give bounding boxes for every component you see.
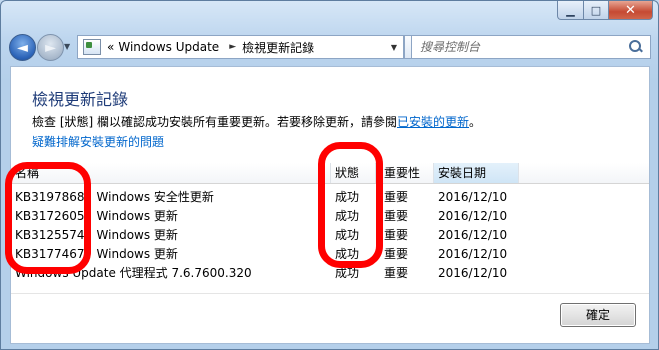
troubleshoot-link[interactable]: 疑難排解安裝更新的問題 bbox=[32, 133, 164, 150]
breadcrumb-windows-update[interactable]: Windows Update bbox=[118, 40, 219, 54]
address-dropdown-icon[interactable]: ▼ bbox=[391, 43, 397, 52]
column-header-importance[interactable]: 重要性 bbox=[380, 163, 434, 183]
cell-date: 2016/12/10 bbox=[438, 190, 508, 204]
cell-importance: 重要 bbox=[384, 190, 409, 204]
back-arrow-icon: ◄ bbox=[17, 39, 28, 56]
page-title: 檢視更新記錄 bbox=[32, 90, 129, 109]
description-text: 檢查 [狀態] 欄以確認成功安裝所有重要更新。若要移除更新，請參閱 bbox=[32, 115, 397, 129]
cell-importance: 重要 bbox=[384, 209, 409, 223]
breadcrumb-view-history[interactable]: 檢視更新記錄 bbox=[242, 39, 314, 56]
cell-date: 2016/12/10 bbox=[438, 247, 508, 261]
breadcrumb-overflow[interactable]: « bbox=[107, 40, 114, 54]
table-row[interactable]: Windows Update 代理程式 7.6.7600.320 成功 重要 2… bbox=[11, 264, 649, 283]
breadcrumb-separator-icon[interactable]: ► bbox=[229, 42, 236, 52]
cell-date: 2016/12/10 bbox=[438, 266, 508, 280]
installed-updates-link[interactable]: 已安裝的更新 bbox=[397, 115, 469, 129]
minimize-icon: ▁ bbox=[566, 3, 575, 17]
cell-importance: 重要 bbox=[384, 266, 409, 280]
minimize-button[interactable]: ▁ bbox=[557, 1, 584, 20]
annotation-highlight-kb-numbers bbox=[5, 162, 91, 274]
close-button[interactable]: ✕ bbox=[609, 1, 653, 20]
maximize-icon: □ bbox=[590, 3, 602, 17]
back-button[interactable]: ◄ bbox=[9, 34, 36, 61]
cell-importance: 重要 bbox=[384, 247, 409, 261]
description-suffix: 。 bbox=[469, 115, 482, 129]
control-panel-icon bbox=[83, 39, 101, 55]
caption-buttons: ▁ □ ✕ bbox=[557, 1, 653, 20]
cell-importance: 重要 bbox=[384, 228, 409, 242]
search-icon[interactable] bbox=[628, 39, 644, 55]
column-header-install-date[interactable]: 安裝日期 bbox=[434, 163, 519, 183]
ok-button[interactable]: 確定 bbox=[560, 303, 636, 327]
recent-pages-dropdown[interactable]: ▼ bbox=[64, 42, 70, 51]
annotation-highlight-status-column bbox=[318, 142, 383, 268]
cell-date: 2016/12/10 bbox=[438, 209, 508, 223]
close-icon: ✕ bbox=[625, 2, 636, 18]
footer-divider bbox=[11, 293, 649, 294]
search-input[interactable] bbox=[418, 39, 622, 55]
forward-button[interactable]: ► bbox=[37, 34, 64, 61]
forward-arrow-icon: ► bbox=[45, 39, 56, 56]
cell-date: 2016/12/10 bbox=[438, 228, 508, 242]
search-box[interactable] bbox=[411, 35, 651, 59]
page-description: 檢查 [狀態] 欄以確認成功安裝所有重要更新。若要移除更新，請參閱已安裝的更新。 bbox=[32, 113, 481, 130]
address-bar[interactable]: « Windows Update ► 檢視更新記錄 ▼ bbox=[77, 35, 404, 59]
maximize-button[interactable]: □ bbox=[584, 1, 609, 20]
